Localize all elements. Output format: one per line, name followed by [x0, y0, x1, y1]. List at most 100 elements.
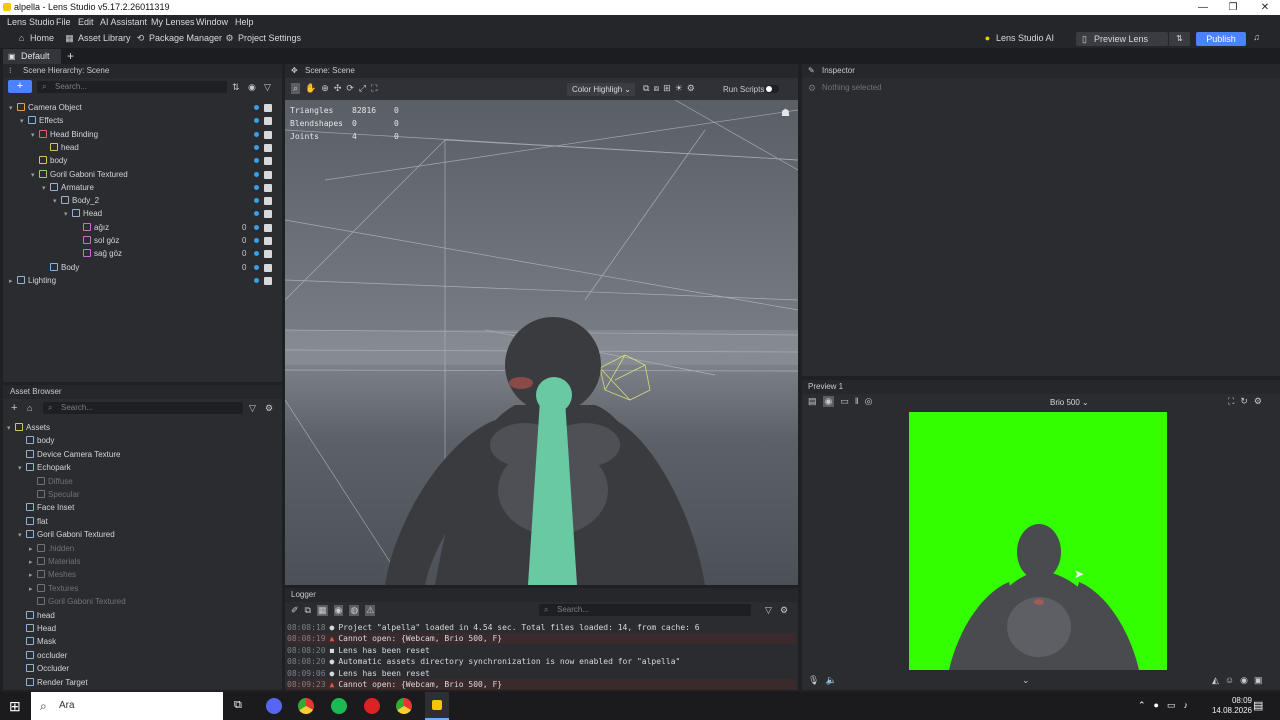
grid-icon[interactable]: ⊞ — [663, 83, 671, 94]
windows-start-icon[interactable]: ⊞ — [9, 698, 21, 715]
image-icon[interactable]: ▤ — [808, 396, 817, 407]
move-tool-icon[interactable]: ✣ — [334, 83, 342, 94]
asset-item[interactable]: Head — [18, 622, 56, 635]
fullscreen-icon[interactable]: ⛶ — [1228, 396, 1234, 407]
eye-icon[interactable]: ◎ — [865, 396, 873, 407]
asset-item[interactable]: Specular — [29, 488, 80, 501]
chrome-icon[interactable] — [298, 698, 314, 714]
microphone-icon[interactable]: 🎙 — [808, 675, 819, 686]
asset-item[interactable]: Render Target — [18, 676, 88, 689]
asset-item[interactable]: flat — [18, 515, 48, 528]
network-icon[interactable]: ▭ — [1167, 700, 1176, 711]
hierarchy-sort-icon[interactable]: ⇅ — [232, 82, 240, 93]
copy-log-icon[interactable]: ⧉ — [305, 605, 311, 616]
pause-icon[interactable]: ‖ — [855, 396, 859, 407]
log-entry[interactable]: 08:09:06 ● Lens has been reset — [287, 668, 796, 679]
home-button[interactable]: ⌂ Home — [17, 33, 54, 43]
logger-search-input[interactable]: ⌕ Search... — [539, 604, 751, 616]
log-entry[interactable]: 08:08:20 ◼ Lens has been reset — [287, 645, 796, 656]
expand-arrow-icon[interactable]: ▸ — [29, 556, 37, 569]
face-icon[interactable]: ☺ — [1225, 675, 1234, 686]
enabled-checkbox[interactable] — [264, 117, 272, 126]
enabled-checkbox[interactable] — [264, 183, 272, 192]
filter-icon[interactable]: ▽ — [765, 605, 772, 616]
log-entry[interactable]: 08:08:20 ● Automatic assets directory sync… — [287, 656, 796, 667]
asset-item[interactable]: Face Inset — [18, 501, 74, 514]
app-icon[interactable] — [364, 698, 380, 714]
enabled-checkbox[interactable] — [264, 143, 272, 152]
chevron-down-icon[interactable]: ⌄ — [1022, 675, 1030, 686]
asset-item[interactable]: body — [18, 434, 54, 447]
rotate-tool-icon[interactable]: ⟳ — [346, 83, 354, 94]
asset-item[interactable]: head — [18, 609, 55, 622]
asset-item[interactable]: ▾ Goril Gaboni Textured — [18, 528, 115, 541]
chrome-profile-icon[interactable] — [396, 698, 412, 714]
menu-lens-studio[interactable]: Lens Studio — [7, 17, 55, 27]
menu-my-lenses[interactable]: My Lenses — [151, 17, 195, 27]
enabled-checkbox[interactable] — [264, 157, 272, 166]
enabled-checkbox[interactable] — [264, 210, 272, 219]
hand-tool-icon[interactable]: ✋ — [305, 83, 316, 94]
hierarchy-item[interactable]: ▾ Camera Object — [9, 101, 82, 114]
snap-icon[interactable]: ◭ — [1212, 675, 1219, 686]
enabled-checkbox[interactable] — [264, 104, 272, 112]
expand-arrow-icon[interactable]: ▾ — [31, 129, 39, 142]
enabled-checkbox[interactable] — [264, 250, 272, 259]
asset-item[interactable]: occluder — [18, 649, 67, 662]
tab-default[interactable]: ▣ Default — [3, 49, 61, 64]
expand-arrow-icon[interactable]: ▾ — [18, 529, 26, 542]
task-view-icon[interactable]: ⧉ — [234, 699, 242, 712]
add-object-button[interactable]: + — [8, 80, 32, 93]
package-manager-button[interactable]: ⟲ Package Manager — [136, 33, 222, 43]
hierarchy-search-input[interactable]: ⌕ Search... — [37, 81, 227, 93]
chevron-up-icon[interactable]: ⌃ — [1138, 700, 1146, 711]
hierarchy-item[interactable]: ▾ Armature — [42, 181, 94, 194]
menu-help[interactable]: Help — [235, 17, 254, 27]
clear-log-icon[interactable]: ✐ — [291, 605, 299, 616]
info-filter-icon[interactable]: ▦ — [316, 605, 328, 616]
publish-button[interactable]: Publish — [1196, 32, 1246, 46]
enabled-checkbox[interactable] — [264, 237, 272, 245]
filter-icon[interactable]: ▽ — [249, 403, 256, 414]
hierarchy-item[interactable]: ağız — [75, 221, 109, 234]
expand-arrow-icon[interactable]: ▾ — [53, 195, 61, 208]
hierarchy-item[interactable]: ▾ Goril Gaboni Textured — [31, 168, 128, 181]
scene-viewport[interactable]: Triangles 82816 0 Blendshapes 0 0 Joints 4 0 ☗ — [285, 100, 798, 585]
device-select[interactable]: Brio 500 ⌄ — [1050, 398, 1089, 407]
expand-arrow-icon[interactable]: ▸ — [29, 583, 37, 596]
screenshot-icon[interactable]: ▣ — [1254, 675, 1263, 686]
expand-arrow-icon[interactable]: ▾ — [20, 115, 28, 128]
menu-ai-assistant[interactable]: AI Assistant — [100, 17, 147, 27]
rect-tool-icon[interactable]: ⛶ — [371, 83, 377, 94]
expand-arrow-icon[interactable]: ▸ — [9, 275, 17, 288]
enabled-checkbox[interactable] — [264, 170, 272, 179]
expand-arrow-icon[interactable]: ▾ — [7, 422, 15, 435]
menu-file[interactable]: File — [56, 17, 71, 27]
log-entry[interactable]: 08:08:19 ▲ Cannot open: {Webcam, Brio 500,… — [287, 633, 796, 645]
preview-lens-button[interactable]: ▯ Preview Lens — [1076, 32, 1168, 46]
expand-arrow-icon[interactable]: ▾ — [64, 208, 72, 221]
volume-icon[interactable]: ♪ — [1184, 700, 1189, 711]
hierarchy-item[interactable]: ▸ Lighting — [9, 274, 56, 287]
expand-arrow-icon[interactable]: ▸ — [29, 543, 37, 556]
lens-studio-ai-button[interactable]: ● Lens Studio AI — [983, 33, 1054, 43]
zoom-in-icon[interactable]: ⊕ — [321, 83, 329, 94]
microphone-icon[interactable]: ● — [1154, 700, 1159, 711]
notifications-button[interactable]: ♫ — [1252, 33, 1261, 42]
hierarchy-item[interactable]: sağ göz — [75, 247, 122, 260]
speaker-icon[interactable]: 🔈 — [825, 675, 836, 686]
hierarchy-item[interactable]: ▾ Effects — [20, 114, 63, 127]
taskbar-search-input[interactable]: ⌕ Ara — [31, 692, 223, 720]
menu-window[interactable]: Window — [196, 17, 228, 27]
log-entry[interactable]: 08:08:18 ● Project "alpella" loaded in 4.5… — [287, 622, 796, 633]
error-filter-icon[interactable]: ⚠ — [365, 605, 376, 616]
asset-item[interactable]: Device Camera Texture — [18, 448, 120, 461]
expand-arrow-icon[interactable]: ▸ — [29, 569, 37, 582]
lens-studio-taskbar-button[interactable] — [425, 692, 449, 720]
hierarchy-item[interactable]: ▾ Body_2 — [53, 194, 99, 207]
expand-arrow-icon[interactable]: ▾ — [42, 182, 50, 195]
settings-icon[interactable]: ⚙ — [265, 403, 273, 414]
enabled-checkbox[interactable] — [264, 197, 272, 206]
layers-icon[interactable]: ⧈ — [653, 83, 659, 94]
spotify-icon[interactable] — [331, 698, 347, 714]
